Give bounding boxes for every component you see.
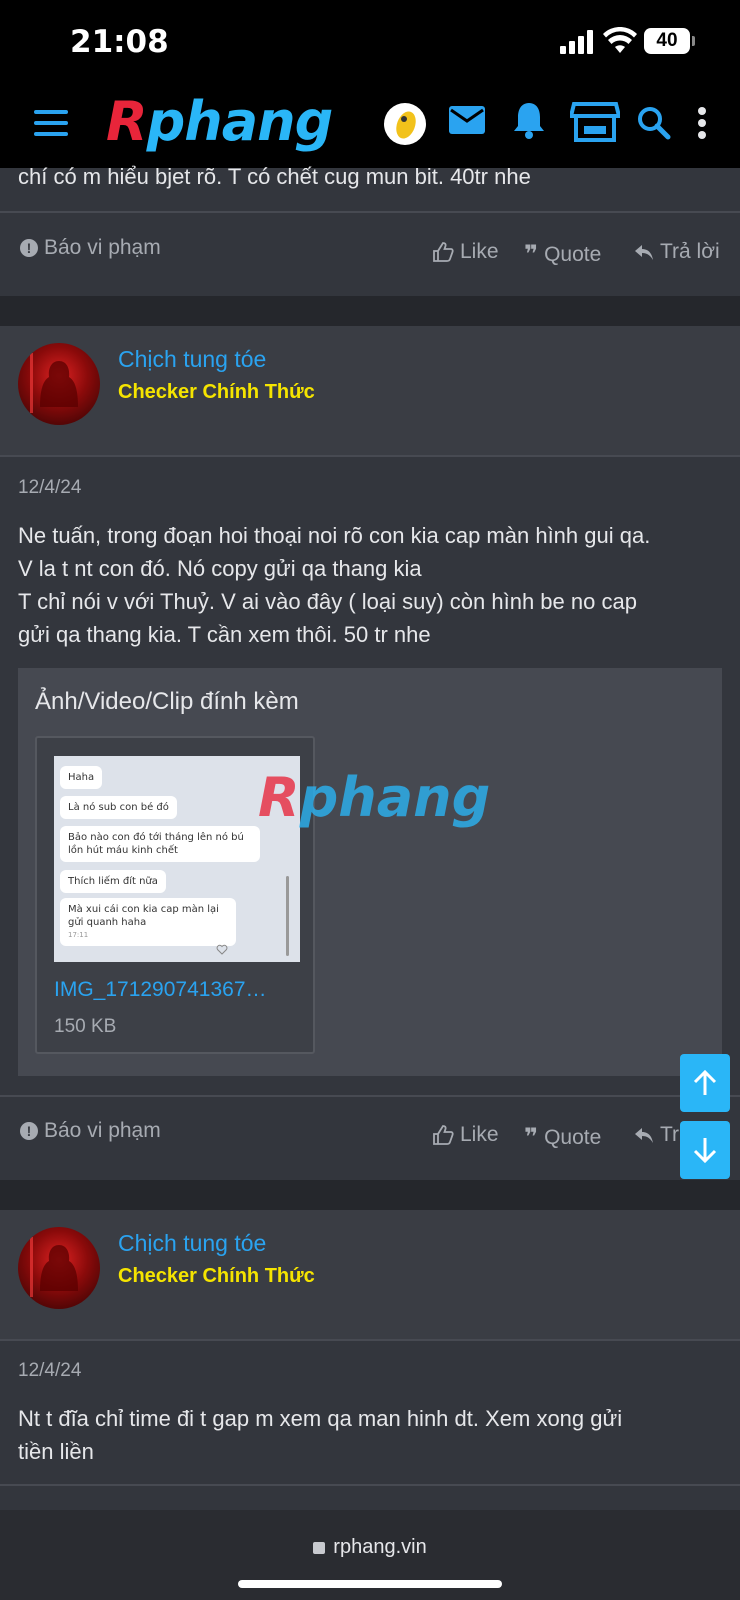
quote-icon: ❞ [524,1124,539,1151]
user-avatar-icon[interactable] [384,103,426,145]
battery-icon: 40 [644,28,690,54]
post-line: V la t nt con đó. Nó copy gửi qa thang k… [18,556,422,581]
user-title: Checker Chính Thức [118,1265,315,1287]
post-line: Nt t đĩa chỉ time đi t gap m xem qa man … [18,1406,623,1431]
thumbs-up-icon [433,242,454,262]
post-actions: ! Báo vi phạm Like ❞ Quote Trả lời [0,236,740,276]
attachments-box: Ảnh/Video/Clip đính kèm Haha Là nó sub c… [18,668,722,1076]
status-time: 21:08 [70,24,169,60]
reply-button[interactable]: Tr [634,1123,679,1147]
thumb-message: Bảo nào con đó tới tháng lên nó bú lồn h… [60,826,260,862]
quote-icon: ❞ [524,241,539,268]
url-display[interactable]: rphang.vin [0,1536,740,1559]
reply-button[interactable]: Trả lời [634,240,720,264]
thumb-message: Haha [60,766,103,789]
thumb-scrollbar [286,876,289,956]
divider [0,211,740,213]
divider [0,1339,740,1341]
post-date[interactable]: 12/4/24 [18,1360,81,1382]
attachments-title: Ảnh/Video/Clip đính kèm [35,688,299,715]
like-button[interactable]: Like [432,1123,499,1147]
arrow-down-icon [693,1138,717,1164]
report-button[interactable]: ! Báo vi phạm [20,236,161,260]
divider [0,1484,740,1486]
scroll-to-bottom-button[interactable] [680,1121,730,1179]
arrow-up-icon [693,1069,717,1095]
app-header: Rphang [0,84,740,168]
post-2-user-header: Chịch tung tóe Checker Chính Thức [0,1210,740,1340]
post-separator [0,1180,740,1210]
avatar[interactable] [18,343,100,425]
reply-icon [635,1128,653,1143]
divider [0,1095,740,1097]
search-icon[interactable] [637,106,671,140]
more-options-icon[interactable] [696,106,708,140]
post-separator [0,296,740,326]
avatar[interactable] [18,1227,100,1309]
watermark-logo: Rphang [258,766,491,829]
post-date[interactable]: 12/4/24 [18,477,81,499]
home-indicator[interactable] [238,1580,502,1588]
report-button[interactable]: ! Báo vi phạm [20,1119,161,1143]
attachment-file-name[interactable]: IMG_171290741367… [54,978,304,1002]
status-bar: 21:08 40 [0,0,740,84]
username-link[interactable]: Chịch tung tóe [118,1230,266,1257]
divider [0,455,740,457]
thumb-message: Mà xui cái con kia cap màn lại gửi quanh… [60,898,236,946]
quote-button[interactable]: ❞ Quote [524,1123,601,1152]
user-title: Checker Chính Thức [118,381,315,403]
quote-button[interactable]: ❞ Quote [524,240,601,269]
lock-icon [313,1542,326,1554]
bell-icon[interactable] [512,100,546,140]
heart-icon [216,944,228,955]
store-icon[interactable] [570,100,620,142]
previous-post-text: chí có m hiểu bjet rõ. T có chết cug mun… [18,164,531,189]
wifi-icon [603,27,637,53]
post-body: Nt t đĩa chỉ time đi t gap m xem qa man … [18,1402,718,1468]
post-line: gửi qa thang kia. T cần xem thôi. 50 tr … [18,622,431,647]
hamburger-menu-icon[interactable] [34,110,68,140]
post-actions: ! Báo vi phạm Like ❞ Quote Tr [0,1119,740,1159]
alert-icon: ! [20,239,38,257]
cellular-signal-icon [560,30,596,54]
like-button[interactable]: Like [432,240,499,264]
post-line: tiền liền [18,1439,94,1464]
thumbs-up-icon [433,1125,454,1145]
thumb-message: Là nó sub con bé đó [60,796,177,819]
site-logo[interactable]: Rphang [106,90,333,153]
mail-icon[interactable] [448,104,486,136]
post-1-user-header: Chịch tung tóe Checker Chính Thức [0,326,740,456]
alert-icon: ! [20,1122,38,1140]
post-line: Ne tuấn, trong đoạn hoi thoại noi rõ con… [18,523,651,548]
battery-tip [692,36,695,46]
post-body: Ne tuấn, trong đoạn hoi thoại noi rõ con… [18,519,718,651]
attachment-file-size: 150 KB [54,1016,117,1037]
thumb-message: Thích liếm đít nữa [60,870,166,893]
username-link[interactable]: Chịch tung tóe [118,346,266,373]
post-line: T chỉ nói v với Thuỷ. V ai vào đây ( loạ… [18,589,637,614]
reply-icon [635,245,653,260]
scroll-to-top-button[interactable] [680,1054,730,1112]
